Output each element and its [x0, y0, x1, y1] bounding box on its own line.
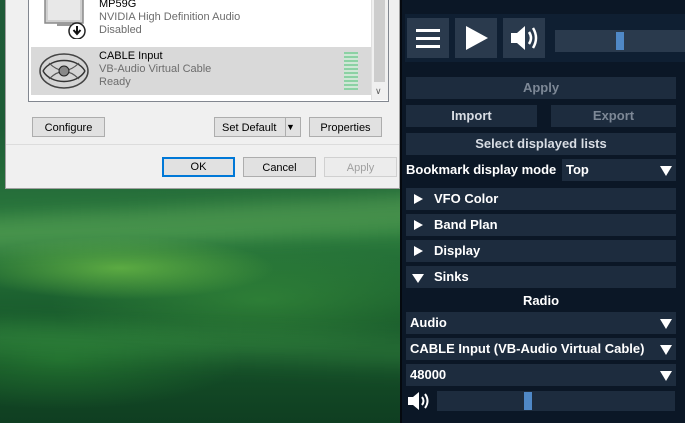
bookmark-display-mode-value: Top — [566, 162, 589, 177]
sink-stream-title: Radio — [522, 293, 560, 308]
apply-button-sdr[interactable]: Apply — [406, 77, 676, 99]
audio-device-select[interactable]: CABLE Input (VB-Audio Virtual Cable) — [406, 338, 676, 360]
device-item-cable-input[interactable]: CABLE Input VB-Audio Virtual Cable Ready — [31, 47, 371, 95]
cable-device-icon — [39, 53, 89, 89]
sample-rate-value: 48000 — [410, 367, 447, 382]
section-display[interactable]: Display — [406, 240, 676, 262]
device-list-scrollbar[interactable]: ∨ — [371, 0, 388, 100]
section-sinks[interactable]: Sinks — [406, 266, 676, 288]
play-button[interactable] — [455, 18, 497, 58]
volume-slider[interactable] — [555, 30, 685, 52]
sink-speaker-icon[interactable] — [405, 389, 433, 413]
sample-rate-select[interactable]: 48000 — [406, 364, 676, 386]
mute-button[interactable] — [503, 18, 545, 58]
properties-button[interactable]: Properties — [309, 117, 382, 137]
device-item-mp59g[interactable]: MP59G NVIDIA High Definition Audio Disab… — [31, 0, 371, 43]
monitor-disabled-icon — [44, 0, 86, 39]
menu-button[interactable] — [407, 18, 449, 58]
expand-arrow-icon — [414, 194, 423, 204]
chevron-down-icon — [660, 166, 672, 176]
dropdown-arrow-icon[interactable]: ▼ — [285, 118, 300, 136]
section-label: Sinks — [434, 269, 469, 284]
audio-device-value: CABLE Input (VB-Audio Virtual Cable) — [410, 341, 645, 356]
divider — [6, 144, 399, 145]
device-description: VB-Audio Virtual Cable — [99, 63, 212, 75]
toolbar — [405, 14, 685, 62]
level-meter — [344, 52, 358, 90]
ok-button[interactable]: OK — [162, 157, 235, 177]
bookmark-display-mode-label: Bookmark display mode — [406, 162, 557, 177]
scroll-down-icon[interactable]: ∨ — [375, 86, 382, 97]
sink-volume-slider[interactable] — [437, 391, 675, 411]
volume-slider-grab[interactable] — [616, 32, 624, 50]
sink-volume-slider-grab[interactable] — [524, 392, 533, 410]
expand-arrow-icon — [414, 220, 423, 230]
set-default-button[interactable]: Set Default ▼ — [214, 117, 301, 137]
set-default-label: Set Default — [222, 122, 277, 134]
device-state: Ready — [99, 76, 131, 88]
expand-arrow-icon — [414, 246, 423, 256]
section-label: Display — [434, 243, 481, 258]
sound-dialog: MP59G NVIDIA High Definition Audio Disab… — [5, 0, 400, 189]
chevron-down-icon — [660, 371, 672, 381]
section-label: VFO Color — [434, 191, 499, 206]
chevron-down-icon — [660, 345, 672, 355]
select-displayed-lists-button[interactable]: Select displayed lists — [406, 133, 676, 155]
configure-button[interactable]: Configure — [32, 117, 105, 137]
scroll-thumb[interactable] — [374, 0, 385, 82]
section-label: Band Plan — [434, 217, 498, 232]
import-button[interactable]: Import — [406, 105, 537, 127]
collapse-arrow-icon — [412, 274, 424, 283]
sink-type-value: Audio — [410, 315, 447, 330]
cancel-button[interactable]: Cancel — [243, 157, 316, 177]
device-state: Disabled — [99, 24, 142, 36]
playback-device-list: MP59G NVIDIA High Definition Audio Disab… — [28, 0, 389, 102]
play-icon — [466, 26, 488, 50]
device-name: MP59G — [99, 0, 137, 10]
device-name: CABLE Input — [99, 50, 163, 62]
export-button[interactable]: Export — [551, 105, 676, 127]
speaker-icon — [511, 26, 538, 50]
apply-button[interactable]: Apply — [324, 157, 397, 177]
section-band-plan[interactable]: Band Plan — [406, 214, 676, 236]
section-vfo-color[interactable]: VFO Color — [406, 188, 676, 210]
sink-type-select[interactable]: Audio — [406, 312, 676, 334]
device-description: NVIDIA High Definition Audio — [99, 11, 241, 23]
bookmark-display-mode-select[interactable]: Top — [562, 159, 676, 181]
chevron-down-icon — [660, 319, 672, 329]
